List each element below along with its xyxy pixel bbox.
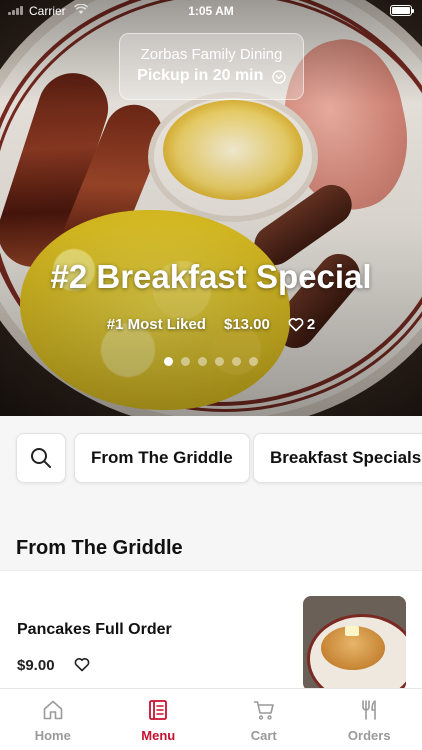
carousel-dot[interactable] [232,357,241,366]
featured-item-title: #2 Breakfast Special [50,258,372,295]
tab-label: Menu [141,728,176,743]
heart-icon[interactable] [74,657,90,672]
heart-icon [288,318,304,332]
carousel-dot[interactable] [164,357,173,366]
section-title: From The Griddle [16,537,183,559]
pickup-selector[interactable]: Zorbas Family Dining Pickup in 20 min [119,33,304,100]
carousel-dot[interactable] [215,357,224,366]
tab-label: Home [34,728,71,743]
search-button[interactable] [16,433,66,483]
chevron-down-circle-icon [272,70,286,84]
hero-banner[interactable]: Carrier 1:05 AM Zorbas Family Dining Pic… [0,0,422,416]
restaurant-name: Zorbas Family Dining [140,46,283,63]
carousel-dot[interactable] [181,357,190,366]
tab-menu[interactable]: Menu [106,689,212,750]
carousel-dot[interactable] [198,357,207,366]
menu-icon [149,700,168,720]
tab-bar: Home Menu Cart Orders [0,688,422,750]
menu-item-photo [303,596,406,691]
carousel-dot[interactable] [249,357,258,366]
category-bar: From The Griddle Breakfast Specials [0,416,422,516]
category-chip-from-the-griddle[interactable]: From The Griddle [74,433,250,483]
category-chip-breakfast-specials[interactable]: Breakfast Specials [253,433,422,483]
search-icon [31,448,51,468]
status-bar: Carrier 1:05 AM [0,0,422,22]
most-liked-badge: #1 Most Liked [106,316,206,333]
butter-image [345,626,359,636]
clock: 1:05 AM [188,4,234,18]
tab-home[interactable]: Home [0,689,106,750]
tab-cart[interactable]: Cart [211,689,317,750]
tab-label: Cart [250,728,277,743]
home-icon [43,700,63,720]
featured-item-likes[interactable]: 2 [288,316,315,333]
menu-item-card[interactable]: Pancakes Full Order $9.00 [0,570,422,691]
featured-item-price: $13.00 [223,316,270,333]
tab-orders[interactable]: Orders [317,689,422,750]
featured-item-meta: #1 Most Liked $13.00 2 [0,316,422,333]
pickup-time: Pickup in 20 min [137,67,264,84]
utensils-icon [362,700,377,720]
menu-item-name: Pancakes Full Order [17,621,172,638]
battery-icon [390,5,414,16]
carousel-indicator[interactable] [0,357,422,366]
menu-item-price: $9.00 [17,657,55,674]
cart-icon [253,701,274,720]
likes-count: 2 [306,316,316,333]
tab-label: Orders [347,728,391,743]
